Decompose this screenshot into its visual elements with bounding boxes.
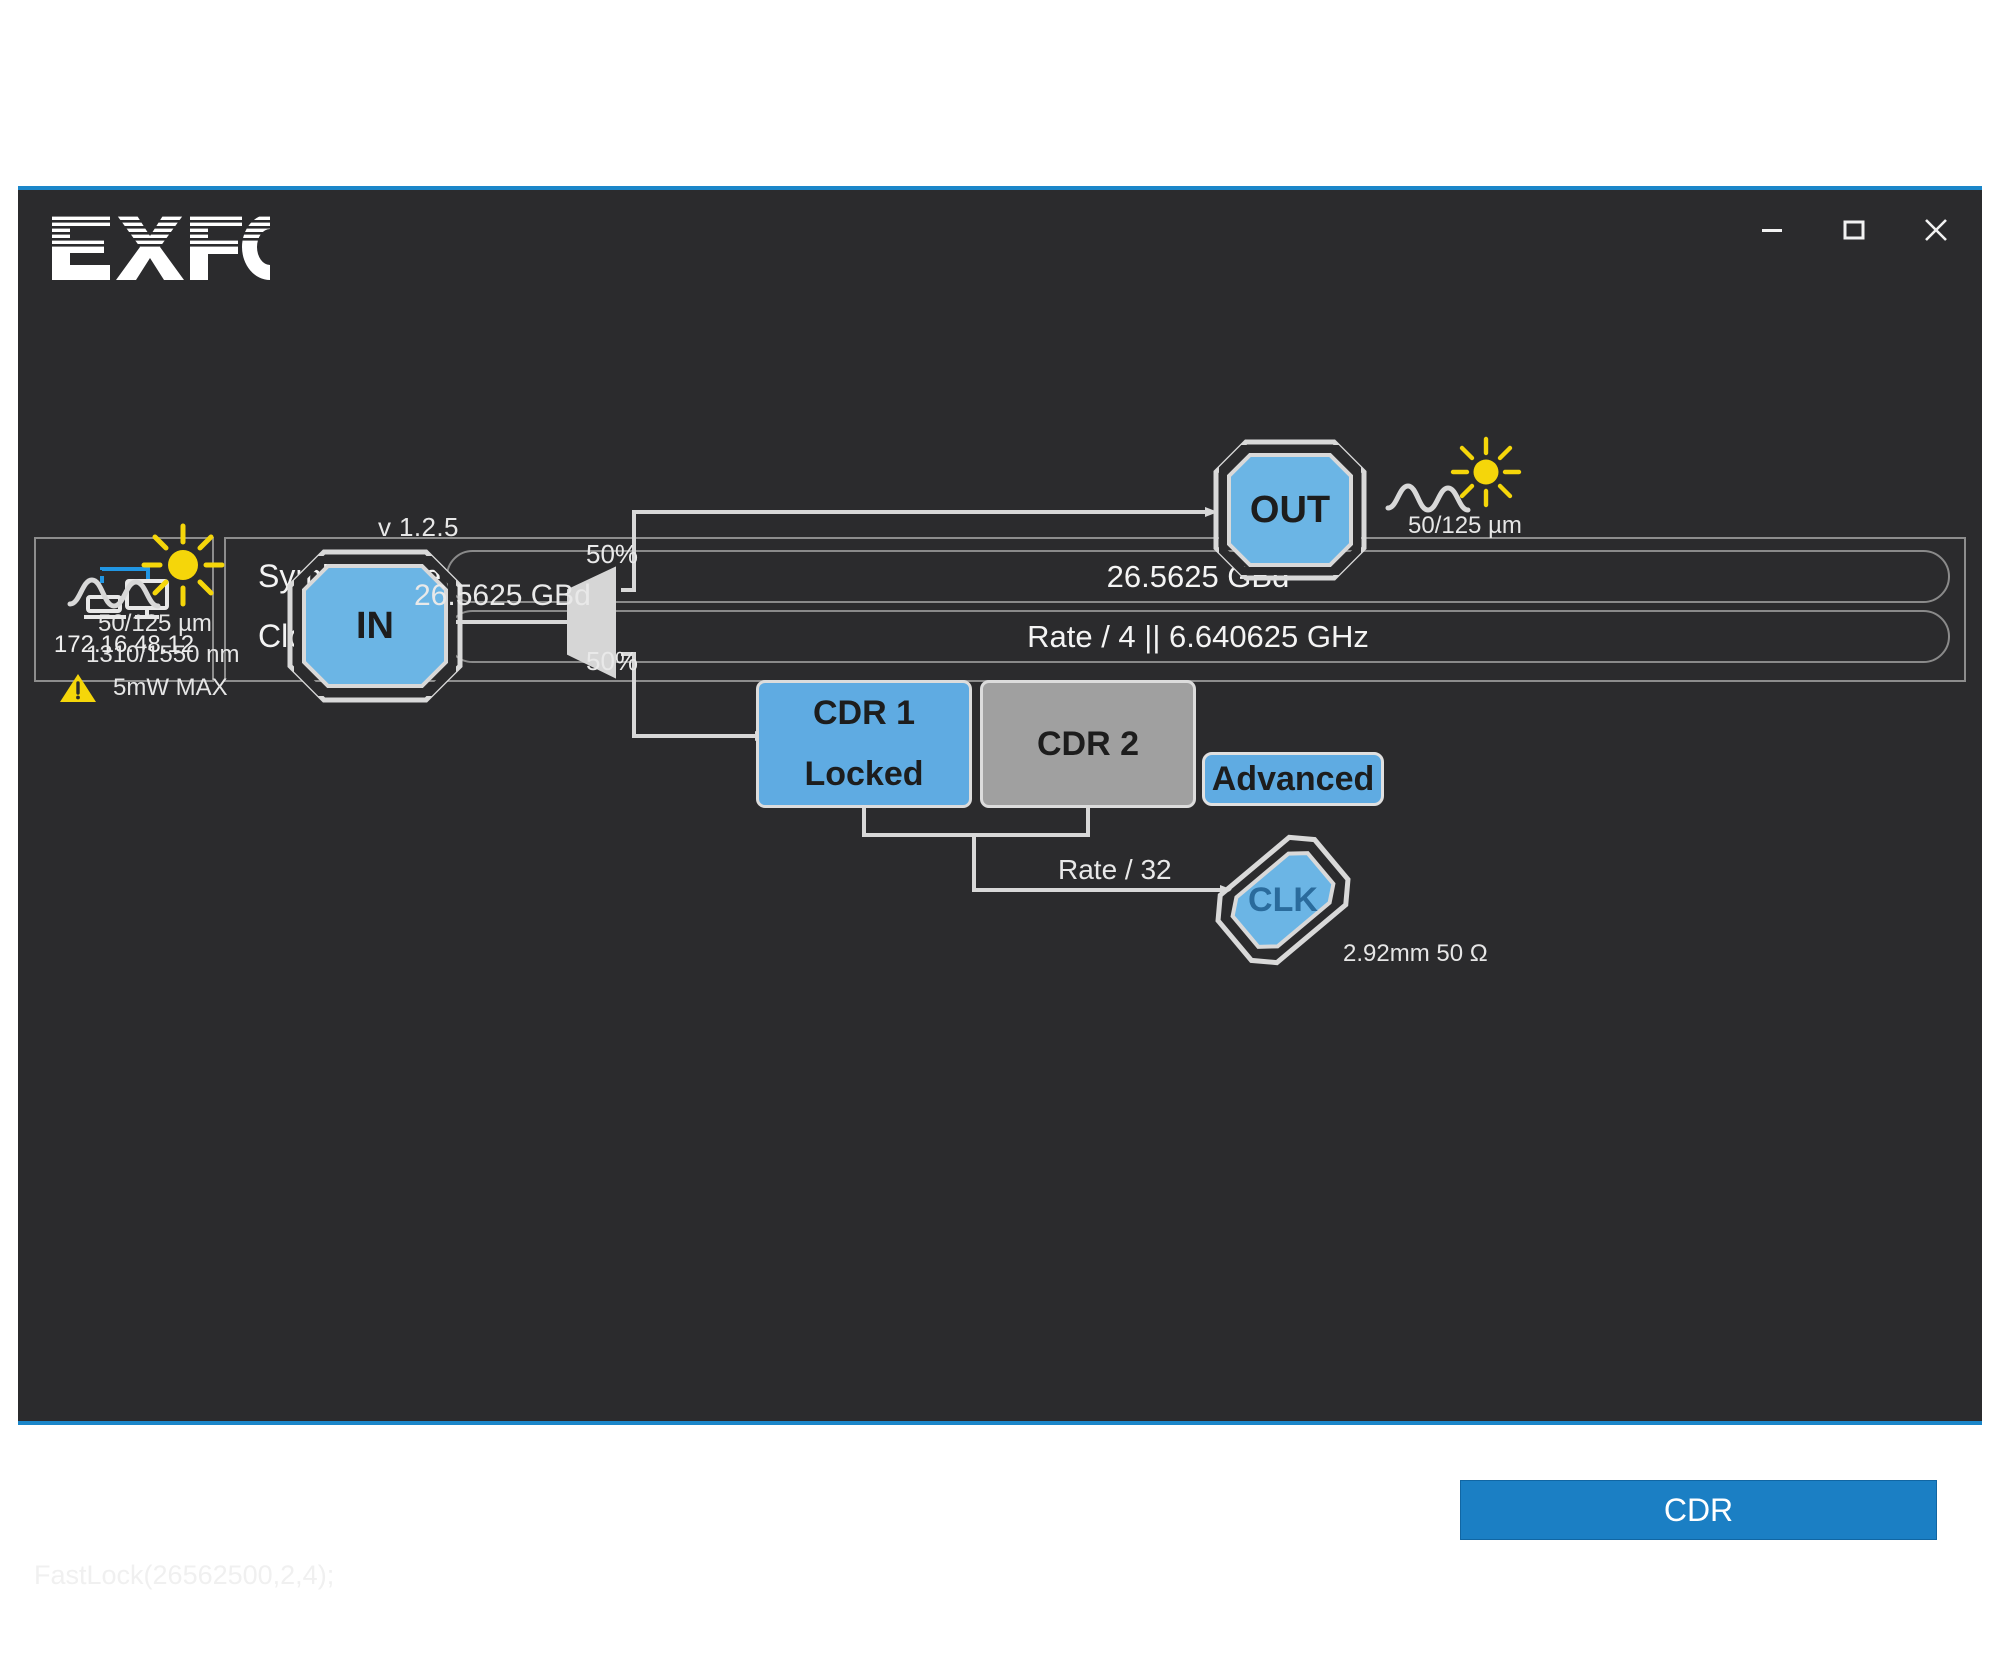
diagram-connections	[365, 507, 1233, 895]
clock-connector-label: 2.92mm 50 Ω	[1343, 940, 1488, 967]
cdr1-title: CDR 1	[812, 694, 916, 732]
input-fiber-label: 50/125 µm	[98, 610, 212, 637]
cdr-main-button[interactable]: CDR	[1460, 1480, 1937, 1540]
output-sun-icon	[1450, 436, 1522, 508]
cdr2-title: CDR 2	[1036, 724, 1140, 763]
input-power-warning-label: 5mW MAX	[113, 674, 228, 701]
cdr1-status: Locked	[804, 755, 924, 793]
cdr1-block[interactable]: CDR 1 Locked	[756, 680, 972, 808]
screenshot-root: v 1.2.5 172.16.48.12 Symbol Rate 26.5625…	[0, 0, 2000, 1667]
input-port[interactable]: IN	[284, 546, 466, 706]
console-output: FastLock(26562500,2,4);	[34, 1560, 335, 1590]
warning-triangle-icon	[60, 674, 96, 702]
splitter-top-ratio-label: 50%	[586, 539, 639, 569]
advanced-button[interactable]: Advanced	[1202, 752, 1384, 806]
clock-divider-label: Rate / 32	[1058, 854, 1172, 885]
output-port[interactable]: OUT	[1210, 436, 1370, 584]
input-wavelength-label: 1310/1550 nm	[86, 641, 240, 668]
link-rate-label: 26.5625 GBd	[414, 579, 591, 612]
splitter-bottom-ratio-label: 50%	[586, 646, 639, 676]
application-window: v 1.2.5 172.16.48.12 Symbol Rate 26.5625…	[18, 186, 1982, 1590]
output-fiber-label: 50/125 µm	[1408, 512, 1522, 539]
input-sun-icon	[141, 523, 225, 607]
cdr2-block[interactable]: CDR 2	[980, 680, 1196, 808]
